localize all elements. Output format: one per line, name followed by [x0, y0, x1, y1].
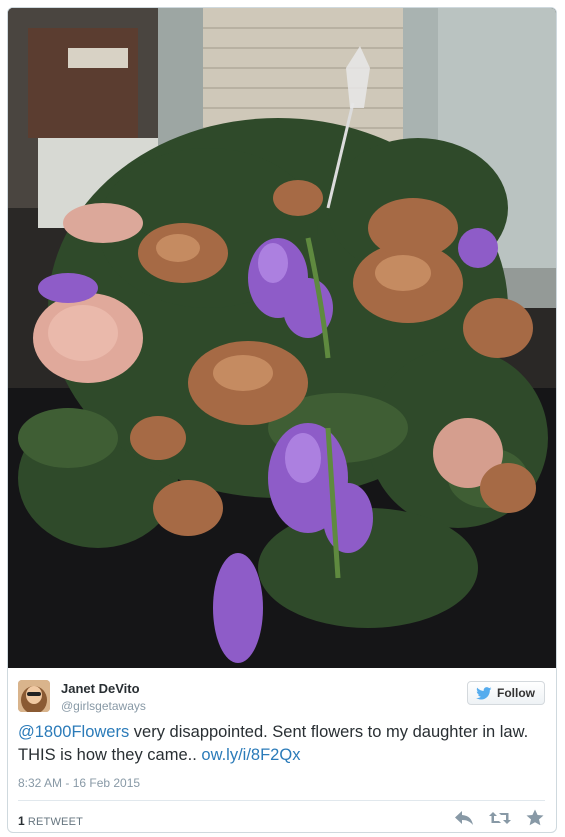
star-icon[interactable] — [526, 809, 544, 826]
photo-link[interactable]: ow.ly/i/8F2Qx — [201, 746, 300, 764]
follow-button[interactable]: Follow — [467, 681, 545, 705]
author-name[interactable]: Janet DeVito — [61, 681, 140, 696]
reply-icon[interactable] — [454, 810, 474, 826]
tweet-card: Janet DeVito @girlsgetaways Follow @1800… — [7, 7, 557, 833]
divider — [18, 800, 545, 801]
twitter-bird-icon — [476, 686, 492, 700]
retweet-icon[interactable] — [488, 810, 512, 826]
follow-label: Follow — [497, 686, 535, 700]
retweet-count[interactable]: 1 RETWEET — [18, 814, 83, 828]
retweet-label: RETWEET — [27, 816, 84, 828]
tweet-actions — [454, 809, 544, 826]
tweet-text: @1800Flowers very disappointed. Sent flo… — [18, 721, 543, 767]
tweet-photo[interactable] — [8, 8, 556, 668]
mention-link[interactable]: @1800Flowers — [18, 723, 129, 741]
timestamp[interactable]: 8:32 AM - 16 Feb 2015 — [18, 776, 140, 790]
author-handle[interactable]: @girlsgetaways — [61, 699, 146, 713]
avatar[interactable] — [18, 680, 50, 712]
retweet-number: 1 — [18, 814, 25, 828]
